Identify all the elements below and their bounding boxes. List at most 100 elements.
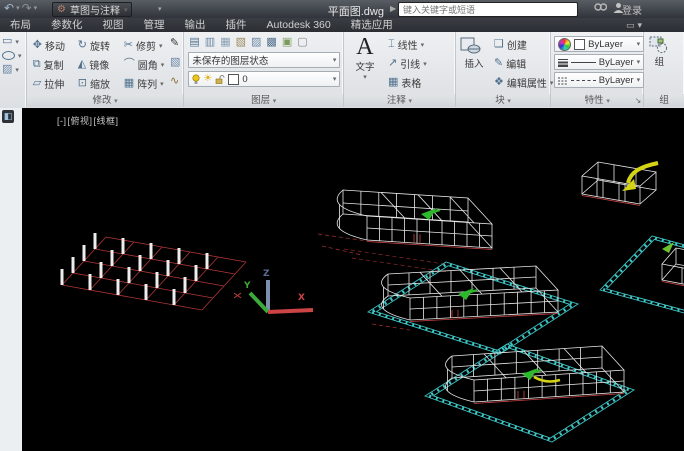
stretch-button[interactable]: ▱ 拉伸	[33, 76, 78, 92]
search-icon[interactable]	[594, 2, 607, 14]
layer-match-icon[interactable]: ▣	[282, 35, 292, 48]
create-block-button[interactable]: ❑ 创建	[493, 37, 553, 53]
undo-dropdown-icon[interactable]: ▾	[16, 4, 20, 12]
gear-icon: ⚙	[57, 4, 66, 15]
redo-icon[interactable]: ↷	[22, 1, 32, 15]
file-tab-icon[interactable]: ◧	[2, 110, 14, 123]
edit-hatch-icon[interactable]: ▧	[170, 55, 180, 68]
layer-freeze-icon[interactable]: ▦	[220, 35, 230, 48]
ucs-icon[interactable]: Z Y X	[243, 269, 314, 314]
block-panel-label[interactable]: 块 ▾	[455, 94, 551, 107]
unlock-icon	[216, 74, 225, 84]
move-button[interactable]: ✥ 移动	[32, 38, 78, 54]
search-input[interactable]	[398, 2, 578, 17]
stair-arrow-yellow	[626, 161, 659, 184]
linear-dimension-button[interactable]: ⌶ 线性 ▾	[388, 37, 427, 53]
mirror-button[interactable]: ◭ 镜像	[78, 57, 124, 73]
building-top-center[interactable]	[317, 189, 493, 273]
fillet-button[interactable]: ⌒ 圆角 ▾	[124, 57, 174, 73]
edit-attribute-icon: ❖	[493, 76, 504, 88]
building-bottom[interactable]	[445, 345, 625, 404]
linetype-dropdown[interactable]: ByLayer ▾	[554, 72, 645, 88]
chevron-down-icon: ▾	[123, 6, 128, 14]
viewport-menu-control[interactable]: [-]	[57, 116, 67, 126]
rectangle-tool-icon[interactable]: ▭ ▾	[2, 36, 22, 47]
tab-featured-apps[interactable]: 精选应用	[341, 18, 403, 32]
drawing-canvas[interactable]: Z Y X	[22, 108, 684, 451]
scale-button[interactable]: ⊡ 缩放	[78, 76, 124, 92]
color-wheel-icon	[558, 37, 572, 51]
panel-launcher-icon[interactable]: ↘	[635, 94, 642, 107]
object-color-dropdown[interactable]: ByLayer ▾	[554, 36, 645, 52]
current-layer-name: 0	[242, 73, 248, 85]
viewport-style-control[interactable]: [线框]	[94, 116, 119, 126]
edit-spline-icon[interactable]: ∿	[170, 74, 180, 87]
tab-view[interactable]: 视图	[93, 18, 134, 32]
tab-output[interactable]: 输出	[175, 18, 216, 32]
layer-off-icon[interactable]: ▧	[236, 35, 246, 48]
bulb-on-icon	[192, 73, 200, 84]
tab-parametric[interactable]: 参数化	[41, 18, 93, 32]
insert-block-button[interactable]: 插入	[460, 36, 488, 70]
edit-block-icon: ✎	[493, 57, 504, 69]
tab-plugins[interactable]: 插件	[216, 18, 257, 32]
leader-button[interactable]: ↗ 引线 ▾	[388, 56, 427, 72]
text-icon: A	[356, 34, 374, 60]
block-panel: 插入 ❑ 创建 ✎ 编辑 ❖ 编辑属性 ▾ 块 ▾	[455, 32, 553, 107]
layer-state-value: 未保存的图层状态	[192, 56, 269, 67]
workspace-label: 草图与注释	[69, 6, 120, 17]
column-grid[interactable]	[60, 233, 247, 311]
y-axis-label: Y	[243, 281, 251, 291]
tab-autodesk360[interactable]: Autodesk 360	[257, 18, 341, 32]
title-expand-icon[interactable]: ▶	[390, 4, 396, 13]
tab-layout[interactable]: 布局	[0, 18, 41, 32]
properties-panel: ByLayer ▾ ByLayer ▾ ByLayer ▾ 特性 ▾ ↘	[551, 32, 645, 107]
annotation-panel-label[interactable]: 注释 ▾	[343, 94, 455, 107]
layer-dropdown[interactable]: ☀ 0 ▾	[188, 71, 341, 87]
lineweight-dropdown[interactable]: ByLayer ▾	[554, 54, 645, 70]
draw-panel-partial: ▭ ▾ ▾ ▨ ▾	[0, 32, 27, 107]
layer-isolate-icon[interactable]: ▥	[205, 35, 215, 48]
floor-plate-bottom[interactable]	[423, 343, 636, 443]
infocenter-icons	[594, 2, 624, 14]
workspace-switcher[interactable]: ⚙ 草图与注释 ▾	[52, 2, 133, 17]
undo-icon[interactable]: ↶	[4, 1, 14, 15]
edit-polyline-icon[interactable]: ✎	[170, 36, 180, 49]
create-block-icon: ❑	[493, 38, 504, 50]
redo-dropdown-icon[interactable]: ▾	[34, 4, 38, 12]
array-icon: ▦	[123, 77, 135, 89]
edit-block-button[interactable]: ✎ 编辑	[493, 56, 553, 72]
layer-walk-icon[interactable]: ▢	[297, 35, 307, 48]
group-button[interactable]: 组	[649, 36, 669, 68]
text-tool-button[interactable]: A 文字 ▾	[350, 35, 380, 81]
layers-panel-label[interactable]: 图层 ▾	[184, 94, 343, 107]
floor-plate-right[interactable]	[599, 235, 684, 320]
signin-button[interactable]: 登录	[622, 2, 642, 17]
trim-button[interactable]: ✂ 修剪 ▾	[124, 38, 174, 54]
layer-properties-icon[interactable]: ▤	[189, 35, 199, 48]
tab-manage[interactable]: 管理	[134, 18, 175, 32]
copy-button[interactable]: ⧉ 复制	[33, 57, 78, 73]
viewport-view-control[interactable]: [俯视]	[68, 116, 93, 126]
document-title: 平面图.dwg	[327, 6, 384, 18]
layer-unlock-icon[interactable]: ▩	[266, 35, 276, 48]
layer-state-dropdown[interactable]: 未保存的图层状态 ▾	[188, 52, 341, 68]
properties-panel-label[interactable]: 特性 ▾ ↘	[551, 94, 644, 107]
ribbon-minimize-dropdown-icon[interactable]: ▾	[637, 20, 642, 31]
group-panel-label[interactable]: 组	[644, 94, 684, 107]
array-button[interactable]: ▦ 阵列 ▾	[123, 76, 174, 92]
rotate-button[interactable]: ↻ 旋转	[78, 38, 124, 54]
room-box-right[interactable]	[661, 242, 684, 290]
ellipse-tool-icon[interactable]: ▾	[2, 51, 22, 60]
move-icon: ✥	[32, 39, 42, 51]
chevron-down-icon: ▾	[332, 57, 337, 64]
hatch-tool-icon[interactable]: ▨ ▾	[2, 64, 22, 75]
table-button[interactable]: ▦ 表格	[388, 75, 427, 91]
workspace-flyout-icon[interactable]: ▾	[158, 5, 162, 13]
room-box-top-right[interactable]	[581, 161, 659, 206]
modify-panel-label[interactable]: 修改 ▾	[26, 94, 184, 107]
ribbon-minimize-icon[interactable]: ▭	[626, 20, 635, 31]
layer-lock-icon[interactable]: ▨	[251, 35, 261, 48]
floor-plate-middle[interactable]	[366, 261, 580, 355]
edit-attribute-button[interactable]: ❖ 编辑属性 ▾	[493, 75, 553, 91]
